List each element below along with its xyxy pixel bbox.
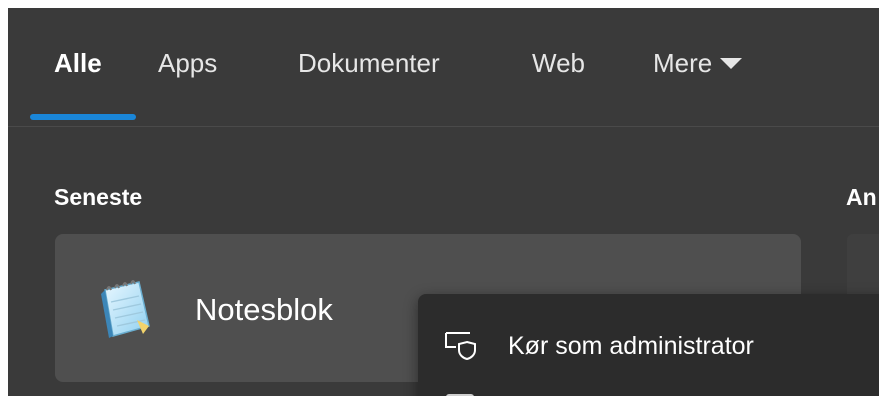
chevron-down-icon — [720, 57, 743, 69]
recent-section-title: Seneste — [54, 184, 143, 210]
admin-shield-icon — [445, 332, 476, 360]
notepad-icon — [101, 280, 150, 338]
app-name: Notesblok — [195, 292, 333, 327]
tab-apps[interactable]: Apps — [158, 48, 217, 79]
menu-item-label: Kør som administrator — [508, 332, 754, 360]
tab-alle[interactable]: Alle — [54, 48, 102, 79]
active-tab-indicator — [30, 114, 136, 120]
right-section-heading: An — [846, 184, 877, 210]
search-start-panel: Alle Apps Dokumenter Web Mere Seneste An — [8, 8, 879, 396]
context-menu: Kør som administrator — [418, 294, 879, 396]
tabs-divider — [8, 126, 879, 127]
tab-mere-label: Mere — [653, 48, 713, 78]
menu-item-run-as-admin[interactable]: Kør som administrator — [418, 316, 879, 372]
filter-tabs: Alle Apps Dokumenter Web Mere — [8, 8, 879, 126]
tab-web[interactable]: Web — [532, 48, 585, 79]
tab-dokumenter[interactable]: Dokumenter — [298, 48, 440, 79]
tab-mere[interactable]: Mere — [653, 48, 743, 79]
